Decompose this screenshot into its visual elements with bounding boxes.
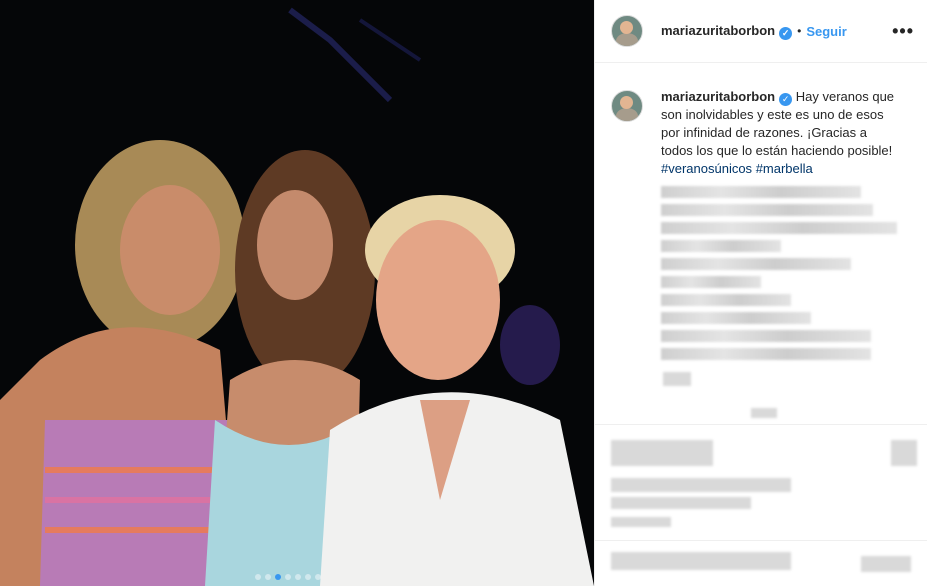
carousel-dot[interactable] [285, 574, 291, 580]
post-side-panel: mariazuritaborbon ✓ • Seguir ••• mariazur… [594, 0, 927, 586]
avatar[interactable] [611, 15, 643, 47]
blurred-comment-input[interactable] [611, 552, 791, 570]
caption: mariazuritaborbon ✓ Hay veranos que son i… [611, 88, 914, 178]
hashtag-link[interactable]: #veranosúnicos [661, 161, 752, 176]
carousel-dot[interactable] [255, 574, 261, 580]
blurred-bookmark-icon [891, 440, 917, 466]
blurred-likes [611, 478, 791, 492]
username-link[interactable]: mariazuritaborbon ✓ [661, 22, 793, 40]
carousel-dot[interactable] [295, 574, 301, 580]
carousel-dot-active[interactable] [275, 574, 281, 580]
carousel-dot[interactable] [315, 574, 321, 580]
comments-list: mariazuritaborbon ✓ Hay veranos que son i… [611, 88, 914, 178]
blurred-action-icons [611, 440, 713, 466]
carousel-dot[interactable] [305, 574, 311, 580]
avatar[interactable] [611, 90, 643, 122]
actions-section [595, 424, 927, 425]
comment-box-divider [595, 540, 927, 541]
carousel-indicator [255, 574, 321, 580]
post-header: mariazuritaborbon ✓ • Seguir ••• [595, 0, 927, 63]
post-photo[interactable] [0, 0, 594, 586]
caption-username[interactable]: mariazuritaborbon [661, 89, 775, 104]
blurred-likes [611, 497, 751, 509]
blurred-date [611, 517, 671, 527]
hashtag-link[interactable]: #marbella [756, 161, 813, 176]
blurred-hidden-content [661, 186, 897, 366]
blurred-post-button[interactable] [861, 556, 911, 572]
verified-badge-icon: ✓ [779, 93, 793, 106]
blurred-load-more [751, 408, 777, 418]
follow-button[interactable]: Seguir [806, 24, 846, 39]
separator-dot: • [797, 24, 802, 38]
more-options-icon[interactable]: ••• [892, 21, 914, 42]
photo-image [0, 0, 594, 586]
caption-text: mariazuritaborbon ✓ Hay veranos que son i… [661, 88, 901, 178]
blurred-timestamp [663, 372, 691, 386]
carousel-dot[interactable] [265, 574, 271, 580]
verified-badge-icon: ✓ [779, 26, 793, 40]
username-text: mariazuritaborbon [661, 22, 776, 38]
